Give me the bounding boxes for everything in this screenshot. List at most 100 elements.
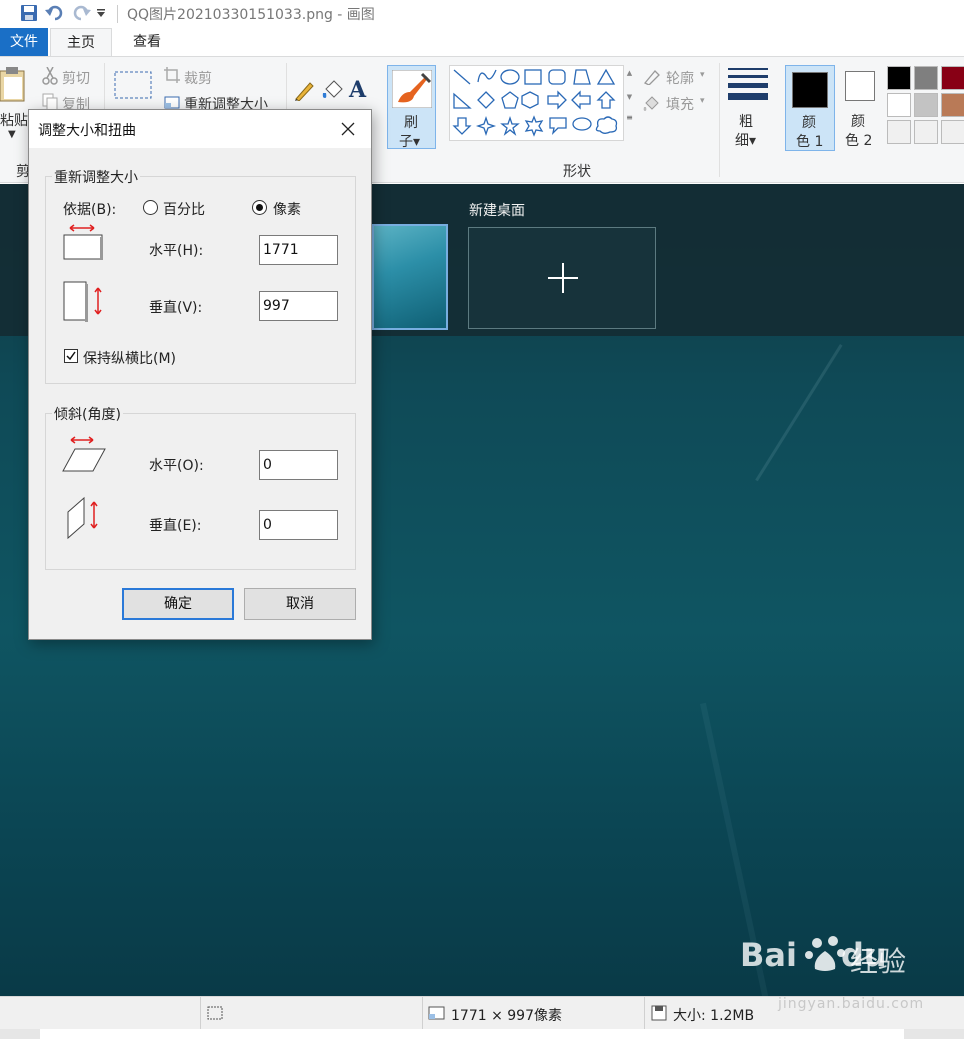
ok-button[interactable]: 确定 xyxy=(122,588,234,620)
outline-icon[interactable] xyxy=(643,69,661,85)
cancel-button[interactable]: 取消 xyxy=(244,588,356,620)
outline-button[interactable]: 轮廓 xyxy=(666,68,694,88)
brush-button[interactable]: 刷 子▾ xyxy=(387,65,436,150)
size-label-2[interactable]: 细▾ xyxy=(735,130,756,150)
fill-dropdown-icon[interactable]: ▾ xyxy=(700,96,705,106)
cut-button[interactable]: 剪切 xyxy=(62,68,90,88)
redo-icon[interactable] xyxy=(71,4,91,22)
color2-button[interactable]: 颜 色 2 xyxy=(837,65,883,151)
skew-group-label: 倾斜(角度) xyxy=(52,404,123,424)
horizontal-resize-icon xyxy=(63,224,103,260)
dialog-title: 调整大小和扭曲 xyxy=(38,123,136,139)
image-dimensions: 1771 × 997像素 xyxy=(451,1008,562,1024)
crop-icon[interactable] xyxy=(164,67,180,83)
palette-swatch[interactable] xyxy=(941,66,964,90)
new-desktop-label: 新建桌面 xyxy=(469,203,525,219)
by-label: 依据(B): xyxy=(63,202,117,218)
text-tool-icon[interactable]: A xyxy=(349,77,366,103)
taskbar-strip-light xyxy=(40,1029,904,1039)
title-bar: QQ图片20210330151033.png - 画图 xyxy=(0,0,964,28)
palette-swatch[interactable] xyxy=(914,66,938,90)
size-label-1[interactable]: 粗 xyxy=(739,111,753,131)
resize-group-label: 重新调整大小 xyxy=(52,167,140,187)
window-title: QQ图片20210330151033.png - 画图 xyxy=(127,7,375,23)
shapes-scroll-down-icon[interactable]: ▼ xyxy=(624,93,635,101)
keep-ratio-checkbox[interactable] xyxy=(64,349,78,363)
jingyan-text: 经验 xyxy=(850,945,907,978)
shapes-expand-icon[interactable]: ≡ xyxy=(624,113,635,122)
brush-label-1: 刷 xyxy=(404,115,418,131)
status-separator xyxy=(644,997,645,1030)
tab-file[interactable]: 文件 xyxy=(0,28,48,56)
keep-ratio-label[interactable]: 保持纵横比(M) xyxy=(83,348,176,368)
shapes-group-label: 形状 xyxy=(563,164,591,180)
plus-icon xyxy=(548,263,578,293)
color2-label-1: 颜 xyxy=(851,114,865,130)
paste-button[interactable]: 粘贴 xyxy=(0,110,28,130)
vertical-label: 垂直(V): xyxy=(149,300,203,316)
skew-horizontal-input[interactable] xyxy=(259,450,338,480)
fill-shape-button[interactable]: 填充 xyxy=(666,94,694,114)
cut-icon[interactable] xyxy=(42,67,58,85)
color1-label-1: 颜 xyxy=(802,115,816,131)
new-desktop-button[interactable] xyxy=(468,227,656,329)
status-separator xyxy=(422,997,423,1030)
tab-view[interactable]: 查看 xyxy=(116,28,178,56)
save-icon[interactable] xyxy=(20,4,38,22)
skew-vertical-input[interactable] xyxy=(259,510,338,540)
light-ray xyxy=(755,344,843,482)
customize-quick-access-icon[interactable] xyxy=(96,8,106,18)
dialog-titlebar[interactable]: 调整大小和扭曲 xyxy=(29,110,371,148)
brush-label-2: 子▾ xyxy=(399,134,421,150)
pixels-radio[interactable] xyxy=(252,200,267,215)
ribbon-separator xyxy=(719,63,720,177)
shapes-scrollbar[interactable]: ▲ ▼ ≡ xyxy=(623,65,635,141)
palette-swatch[interactable] xyxy=(887,120,911,144)
horizontal-label: 水平(H): xyxy=(149,243,204,259)
percent-radio[interactable] xyxy=(143,200,158,215)
tab-home[interactable]: 主页 xyxy=(50,28,112,57)
color1-swatch xyxy=(792,72,828,108)
shapes-gallery[interactable] xyxy=(449,65,635,141)
outline-dropdown-icon[interactable]: ▾ xyxy=(700,70,705,80)
palette-swatch[interactable] xyxy=(914,120,938,144)
pixels-label[interactable]: 像素 xyxy=(273,199,301,219)
jingyan-url: jingyan.baidu.com xyxy=(778,996,925,1012)
horizontal-input[interactable] xyxy=(259,235,338,265)
undo-icon[interactable] xyxy=(45,4,65,22)
palette-swatch[interactable] xyxy=(941,93,964,117)
size-icon[interactable] xyxy=(728,67,768,101)
baidu-logo-part1: Bai xyxy=(740,936,797,974)
title-separator xyxy=(117,5,118,23)
color1-button[interactable]: 颜 色 1 xyxy=(785,65,835,151)
paste-dropdown-arrow[interactable]: ▼ xyxy=(8,129,16,140)
status-separator xyxy=(200,997,201,1030)
checkmark-icon xyxy=(66,351,76,361)
skew-horizontal-label: 水平(O): xyxy=(149,458,204,474)
desktop-thumbnail[interactable] xyxy=(372,224,448,330)
fill-shape-icon[interactable] xyxy=(643,95,661,111)
palette-swatch[interactable] xyxy=(887,93,911,117)
color2-swatch xyxy=(845,71,875,101)
file-size-icon xyxy=(651,1005,667,1021)
palette-swatch[interactable] xyxy=(887,66,911,90)
shapes-scroll-up-icon[interactable]: ▲ xyxy=(624,69,635,77)
selection-size-icon xyxy=(207,1006,223,1020)
vertical-resize-icon xyxy=(63,281,102,322)
file-size: 大小: 1.2MB xyxy=(673,1008,755,1024)
vertical-input[interactable] xyxy=(259,291,338,321)
pencil-icon[interactable] xyxy=(294,79,314,101)
resize-icon[interactable] xyxy=(164,94,180,110)
palette-swatch[interactable] xyxy=(914,93,938,117)
brush-icon xyxy=(392,70,432,108)
ribbon-tabs: 文件 主页 查看 xyxy=(0,28,964,57)
shapes-icon-grid[interactable] xyxy=(450,66,636,142)
resize-skew-dialog: 调整大小和扭曲 重新调整大小 依据(B): 百分比 像素 水平(H): 垂直(V… xyxy=(28,109,372,640)
close-icon[interactable] xyxy=(337,118,359,140)
fill-icon[interactable] xyxy=(322,79,344,101)
select-icon[interactable] xyxy=(114,71,152,99)
crop-button[interactable]: 裁剪 xyxy=(184,68,212,88)
palette-swatch[interactable] xyxy=(941,120,964,144)
paste-icon[interactable] xyxy=(0,67,26,103)
percent-label[interactable]: 百分比 xyxy=(163,199,205,219)
